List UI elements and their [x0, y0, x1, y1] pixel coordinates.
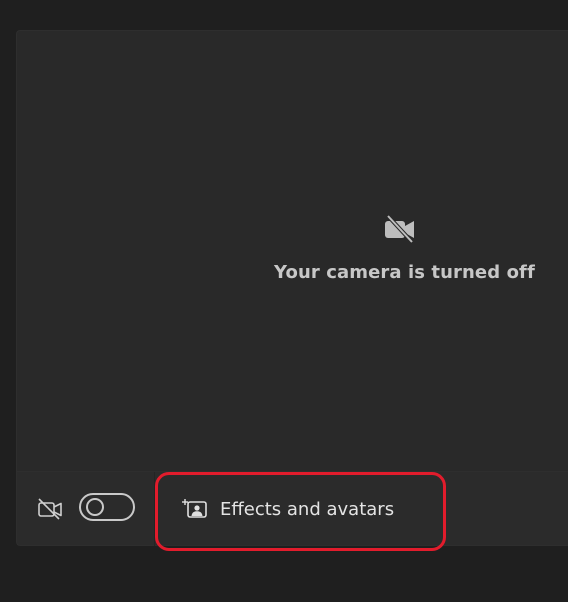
video-off-icon: [385, 214, 414, 244]
effects-and-avatars-button[interactable]: Effects and avatars: [168, 484, 434, 536]
effects-avatar-icon: [182, 499, 207, 518]
camera-off-message: Your camera is turned off: [274, 262, 535, 283]
toggle-knob: [86, 498, 104, 516]
video-preview-panel: [16, 30, 568, 471]
video-off-icon: [38, 498, 62, 520]
camera-toggle-switch[interactable]: [79, 493, 135, 521]
control-divider: [154, 472, 155, 546]
effects-button-label: Effects and avatars: [220, 499, 395, 520]
